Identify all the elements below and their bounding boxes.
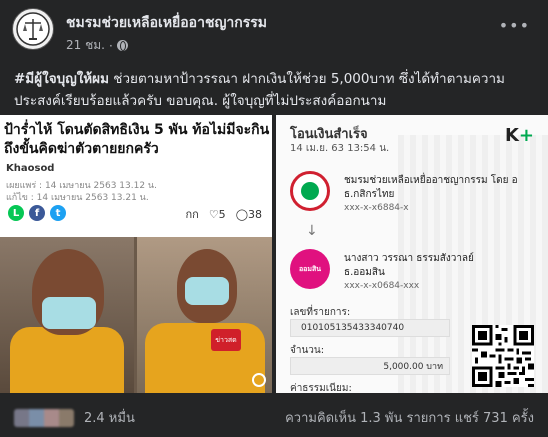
post-caption: #มีผู้ใจบุญให้ผม ช่วยตามหาป้าวรรณา ฝากเง… [14,68,538,112]
kplus-logo: K+ [505,125,534,146]
receiver-name: นางสาว วรรณา ธรรมสังวาลย์ [344,253,474,264]
news-title: ป้าร่ำไห้ โดนตัดสิทธิเงิน 5 พัน ท้อไม่มี… [4,122,270,157]
post: ชมรมช่วยเหลือเหยื่ออาชญากรรม 21 ชม. · ••… [0,0,548,437]
more-options-icon[interactable]: ••• [499,16,530,35]
page-name[interactable]: ชมรมช่วยเหลือเหยื่ออาชญากรรม [66,12,267,34]
arrow-down-icon: ↓ [306,223,318,239]
hashtag-link[interactable]: #มีผู้ใจบุญให้ผม [14,71,109,87]
font-size-label: กก [185,208,199,221]
comment-count: ◯38 [235,207,262,221]
kplus-logo-plus: + [518,125,534,146]
amount-label: จำนวน: [290,345,325,356]
qr-code-icon [472,325,534,387]
face-mask [42,297,96,329]
microphone: ข่าวสด [211,329,241,351]
news-photo: ข่าวสด [0,237,272,393]
kplus-logo-k: K [504,125,519,146]
sender-bank: ธ.กสิกรไทย [344,189,395,200]
news-source: Khaosod [6,163,55,174]
sender-name: ชมรมช่วยเหลือเหยื่ออาชญากรรม โดย อ [344,175,518,186]
news-image[interactable]: ป้าร่ำไห้ โดนตัดสิทธิเงิน 5 พัน ท้อไม่มี… [0,115,272,393]
like-count: ♡5 [208,207,226,221]
photo-right: ข่าวสด [137,237,272,393]
justice-logo-icon [16,12,50,46]
news-updated: แก้ไข : 14 เมษายน 2563 13.21 น. [6,193,149,203]
sender-account: xxx-x-x6884-x [344,203,409,213]
shirt [10,327,124,393]
share-icons: L f t [8,205,66,221]
page-avatar[interactable] [12,8,54,50]
facebook-icon: f [29,205,45,221]
ref-value: 010105135433340740 [290,319,450,337]
globe-icon [116,40,128,51]
post-meta: 21 ชม. · [66,36,128,55]
twitter-icon: t [50,205,66,221]
reaction-count[interactable]: 2.4 หมื่น [84,407,135,428]
news-stats: กก ♡5 ◯38 [185,205,262,223]
transfer-slip-image[interactable]: โอนเงินสำเร็จ 14 เม.ย. 63 13:54 น. K+ ชม… [276,115,548,393]
line-icon: L [8,205,24,221]
reactions[interactable]: 2.4 หมื่น [14,407,135,428]
post-images: ป้าร่ำไห้ โดนตัดสิทธิเงิน 5 พัน ท้อไม่มี… [0,115,548,393]
gsb-bank-icon: ออมสิน [290,249,330,289]
fee-label: ค่าธรรมเนียม: [290,383,352,393]
ref-label: เลขที่รายการ: [290,307,351,318]
amount-value: 5,000.00 บาท [290,357,450,375]
receiver-account: xxx-x-x0684-xxx [344,281,420,291]
face-mask [185,277,229,305]
shirt [145,323,265,393]
post-header [12,8,54,50]
post-footer: 2.4 หมื่น ความคิดเห็น 1.3 พัน รายการ แชร… [0,393,548,437]
meta-separator: · [108,38,113,53]
kasikorn-bank-icon [290,171,330,211]
photo-left [0,237,134,393]
receiver-bank: ธ.ออมสิน [344,267,385,278]
reaction-icons [14,408,74,427]
zoom-icon [252,373,266,387]
slip-date: 14 เม.ย. 63 13:54 น. [290,143,390,154]
comments-shares[interactable]: ความคิดเห็น 1.3 พัน รายการ แชร์ 731 ครั้… [285,407,534,428]
post-time[interactable]: 21 ชม. [66,36,105,55]
